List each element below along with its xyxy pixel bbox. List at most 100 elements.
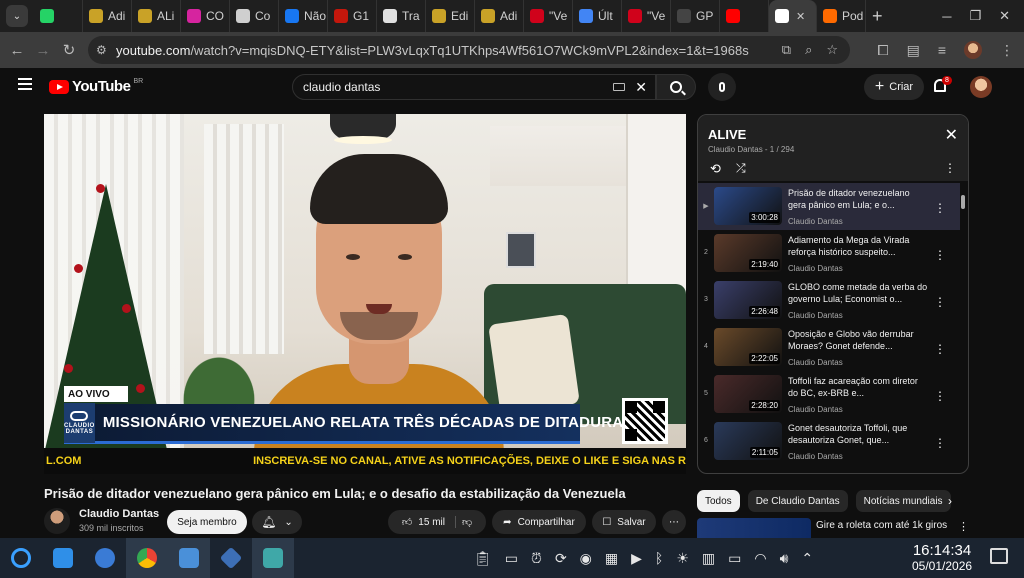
playlist-item-thumbnail[interactable]: 2:11:05: [714, 422, 782, 460]
save-button[interactable]: ☐ Salvar: [592, 510, 656, 534]
tab-search-icon[interactable]: ⌄: [6, 5, 28, 27]
cast-icon[interactable]: ⧉: [782, 42, 791, 58]
playlist-item-title[interactable]: Oposição e Globo vão derrubar Moraes? Go…: [788, 328, 928, 352]
taskbar-app[interactable]: [210, 538, 252, 578]
media-controls-icon[interactable]: ≡: [938, 42, 946, 58]
search-button[interactable]: [656, 74, 696, 100]
taskbar-app[interactable]: [168, 538, 210, 578]
taskbar-app[interactable]: [42, 538, 84, 578]
playlist-item-more-icon[interactable]: ⋮: [934, 436, 946, 450]
browser-tab[interactable]: Edi: [426, 0, 475, 32]
channel-avatar[interactable]: [44, 508, 70, 534]
tray-expand-icon[interactable]: ⌃: [801, 550, 813, 567]
chrome-menu-icon[interactable]: ⋮: [1000, 42, 1014, 59]
system-clock[interactable]: 16:14:34 05/01/2026: [912, 542, 972, 573]
playlist-item-thumbnail[interactable]: 2:19:40: [714, 234, 782, 272]
playlist-item[interactable]: 6 2:11:05 Gonet desautoriza Toffoli, que d…: [698, 418, 960, 465]
minimize-icon[interactable]: ─: [942, 9, 951, 24]
browser-tab[interactable]: ALi: [132, 0, 181, 32]
url-text[interactable]: youtube.com/watch?v=mqisDNQ-ETY&list=PLW…: [116, 43, 782, 58]
like-button[interactable]: 👍︎ 15 mil: [402, 516, 456, 528]
channel-name[interactable]: Claudio Dantas: [79, 508, 159, 520]
sync-icon[interactable]: ⟳: [555, 550, 567, 567]
clear-search-icon[interactable]: ✕: [635, 79, 647, 96]
create-button[interactable]: + Criar: [864, 74, 924, 100]
playlist-item[interactable]: 3 2:26:48 GLOBO come metade da verba do go…: [698, 277, 960, 324]
storage-icon[interactable]: ▥: [702, 550, 715, 567]
playlist-item-title[interactable]: GLOBO come metade da verba do governo Lu…: [788, 281, 928, 305]
launcher-button[interactable]: [0, 538, 42, 578]
search-input[interactable]: [303, 80, 614, 94]
browser-tab[interactable]: Adi: [475, 0, 524, 32]
volume-icon[interactable]: 🔊︎: [780, 550, 789, 567]
profile-avatar[interactable]: [964, 41, 982, 59]
subscribed-button[interactable]: 🔔︎ ⌄: [252, 510, 302, 534]
close-window-icon[interactable]: ✕: [999, 8, 1010, 24]
playlist-item-more-icon[interactable]: ⋮: [934, 389, 946, 403]
filter-chip[interactable]: De Claudio Dantas: [747, 490, 848, 512]
taskbar-app[interactable]: [252, 538, 294, 578]
chevron-right-icon[interactable]: ›: [948, 494, 952, 508]
playlist-item-thumbnail[interactable]: 2:22:05: [714, 328, 782, 366]
site-info-icon[interactable]: ⚙: [96, 43, 116, 57]
bluetooth-icon[interactable]: ᛒ: [655, 550, 663, 566]
steam-icon[interactable]: ◉: [580, 550, 592, 567]
browser-tab[interactable]: [34, 0, 83, 32]
notes-icon[interactable]: ▦: [605, 550, 618, 567]
playlist-item-more-icon[interactable]: ⋮: [934, 342, 946, 356]
playlist-scrollbar[interactable]: [960, 183, 966, 473]
more-actions-button[interactable]: ⋯: [662, 510, 686, 534]
alarm-icon[interactable]: ⏰︎: [531, 550, 542, 567]
account-avatar[interactable]: [970, 76, 992, 98]
show-desktop-icon[interactable]: [990, 548, 1008, 564]
playlist-item-more-icon[interactable]: ⋮: [934, 295, 946, 309]
browser-tab[interactable]: Adi: [83, 0, 132, 32]
taskbar-app-chrome[interactable]: [126, 538, 168, 578]
playlist-item-title[interactable]: Prisão de ditador venezuelano gera pânic…: [788, 187, 928, 211]
wifi-icon[interactable]: ◠: [754, 550, 766, 567]
join-button[interactable]: Seja membro: [167, 510, 247, 534]
playlist-item-title[interactable]: Gonet desautoriza Toffoli, que desautori…: [788, 422, 928, 446]
share-button[interactable]: ➦ Compartilhar: [492, 510, 586, 534]
browser-tab[interactable]: Tra: [377, 0, 426, 32]
playlist-item-thumbnail[interactable]: 2:26:48: [714, 281, 782, 319]
browser-tab[interactable]: Pod: [817, 0, 866, 32]
playlist-item-title[interactable]: Adiamento da Mega da Virada reforça hist…: [788, 234, 928, 258]
clipboard-icon[interactable]: 📋︎: [474, 550, 492, 567]
reload-icon[interactable]: ↻: [56, 41, 82, 59]
voice-search-button[interactable]: [708, 73, 736, 101]
close-tab-icon[interactable]: ✕: [796, 10, 805, 23]
bookmark-star-icon[interactable]: ☆: [826, 42, 838, 58]
new-tab-icon[interactable]: +: [872, 6, 883, 27]
playlist-item-more-icon[interactable]: ⋮: [934, 248, 946, 262]
browser-tab[interactable]: Co: [230, 0, 279, 32]
playlist-more-icon[interactable]: ⋮: [944, 161, 956, 175]
playlist-item[interactable]: ▶ 3:00:28 Prisão de ditador venezuelano ge…: [698, 183, 960, 230]
browser-tab[interactable]: [720, 0, 769, 32]
taskbar-app[interactable]: [84, 538, 126, 578]
reading-list-icon[interactable]: ▤: [907, 42, 920, 59]
browser-tab[interactable]: ✕: [769, 0, 817, 32]
browser-tab[interactable]: Não: [279, 0, 328, 32]
recommendation-more-icon[interactable]: ⋮: [958, 520, 969, 533]
filter-chip[interactable]: Notícias mundiais: [855, 490, 951, 512]
close-icon[interactable]: ✕: [945, 125, 958, 145]
youtube-logo[interactable]: YouTube BR: [49, 78, 143, 95]
keyboard-icon[interactable]: [613, 83, 626, 91]
browser-tab[interactable]: CO: [181, 0, 230, 32]
loop-icon[interactable]: ⟲: [710, 161, 721, 177]
battery-icon[interactable]: ▭: [728, 550, 741, 567]
video-player[interactable]: AO VIVO CLAUDIO DANTAS MISSIONÁRIO VENEZ…: [44, 114, 686, 474]
browser-tab[interactable]: Últ: [573, 0, 622, 32]
playlist-item-more-icon[interactable]: ⋮: [934, 201, 946, 215]
playlist-item-thumbnail[interactable]: 2:28:20: [714, 375, 782, 413]
browser-tab[interactable]: G1: [328, 0, 377, 32]
address-bar[interactable]: ⚙ youtube.com/watch?v=mqisDNQ-ETY&list=P…: [88, 36, 850, 64]
restore-icon[interactable]: ❐: [969, 8, 981, 24]
menu-icon[interactable]: [18, 78, 32, 90]
playlist-item[interactable]: 5 2:28:20 Toffoli faz acareação com direto…: [698, 371, 960, 418]
play-icon[interactable]: ▶: [631, 550, 642, 567]
thumbs-down-icon[interactable]: 👎︎: [462, 516, 472, 528]
browser-tab[interactable]: "Ve: [622, 0, 671, 32]
playlist-item-title[interactable]: Toffoli faz acareação com diretor do BC,…: [788, 375, 928, 399]
